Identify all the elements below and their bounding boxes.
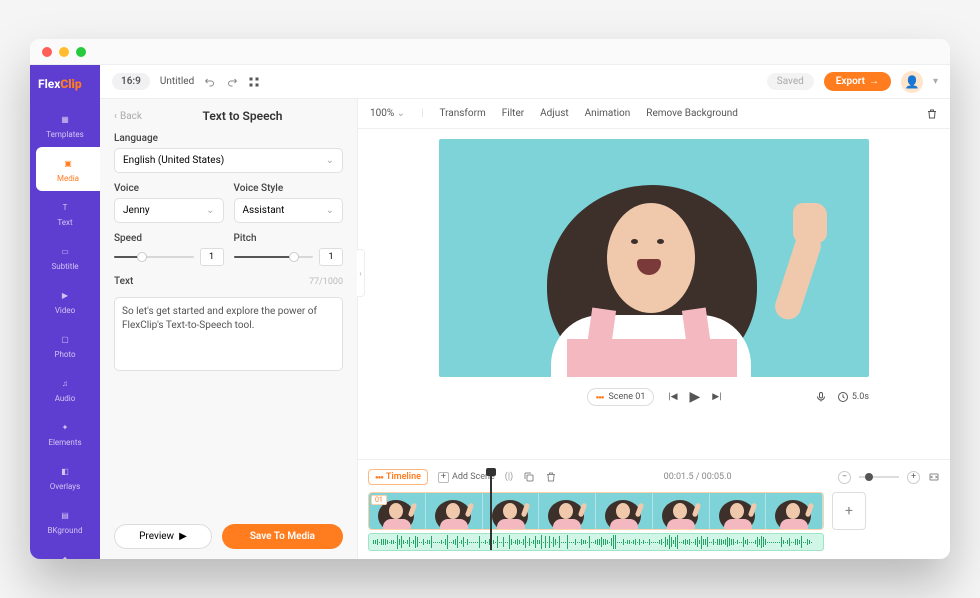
subtitle-icon: ▭ xyxy=(57,243,73,259)
style-label: Voice Style xyxy=(234,183,344,194)
minimize-dot[interactable] xyxy=(59,47,69,57)
text-label: Text xyxy=(114,276,133,287)
panel-title: Text to Speech xyxy=(142,109,343,123)
sidebar-item-templates[interactable]: ▦Templates xyxy=(30,103,100,147)
sidebar-item-text[interactable]: TText xyxy=(30,191,100,235)
aspect-ratio[interactable]: 16:9 xyxy=(112,73,150,90)
language-label: Language xyxy=(114,133,343,144)
avatar[interactable]: 👤 xyxy=(901,71,923,93)
export-button[interactable]: Export→ xyxy=(824,72,891,91)
video-clip[interactable] xyxy=(368,492,824,530)
skip-start-icon[interactable]: |◀ xyxy=(668,392,677,402)
sidebar-item-media[interactable]: ▣Media xyxy=(36,147,100,191)
bkground-icon: ▤ xyxy=(57,507,73,523)
chevron-down-icon[interactable]: ▾ xyxy=(933,76,938,87)
timeline: ●●●Timeline +Add Scene (|) 00:01.5 / 00:… xyxy=(358,459,950,559)
sidebar-item-elements[interactable]: ✦Elements xyxy=(30,411,100,455)
speed-slider[interactable] xyxy=(114,256,194,258)
toolbar-remove-background[interactable]: Remove Background xyxy=(646,108,738,119)
zoom-out-icon[interactable]: − xyxy=(838,471,851,484)
char-counter: 77/1000 xyxy=(309,277,343,287)
topbar: 16:9 Untitled Saved Export→ 👤 ▾ xyxy=(100,65,950,99)
style-select[interactable]: Assistant⌄ xyxy=(234,198,344,223)
add-clip-button[interactable]: + xyxy=(832,492,866,530)
fit-icon[interactable] xyxy=(928,471,940,483)
sidebar-item-branding[interactable]: ◆Branding xyxy=(30,543,100,559)
project-name[interactable]: Untitled xyxy=(160,76,194,87)
scene-selector[interactable]: ●●●Scene 01 xyxy=(587,388,655,406)
video-icon: ▶ xyxy=(57,287,73,303)
back-button[interactable]: ‹ Back xyxy=(114,111,142,122)
photo-icon: ▢ xyxy=(57,331,73,347)
undo-icon[interactable] xyxy=(204,76,216,88)
text-icon: T xyxy=(57,199,73,215)
copy-icon[interactable] xyxy=(523,471,535,483)
sidebar-item-video[interactable]: ▶Video xyxy=(30,279,100,323)
redo-icon[interactable] xyxy=(226,76,238,88)
duration: 5.0s xyxy=(837,391,869,403)
toolbar-adjust[interactable]: Adjust xyxy=(540,108,569,119)
zoom-in-icon[interactable]: + xyxy=(907,471,920,484)
timeline-tab[interactable]: ●●●Timeline xyxy=(368,469,428,485)
pitch-slider[interactable] xyxy=(234,256,314,258)
voice-label: Voice xyxy=(114,183,224,194)
collapse-panel-icon[interactable]: ‹ xyxy=(357,249,365,297)
mic-icon[interactable] xyxy=(815,391,827,403)
media-icon: ▣ xyxy=(60,155,76,171)
delete-icon[interactable] xyxy=(926,108,938,120)
canvas-preview[interactable] xyxy=(439,139,869,377)
timeline-time: 00:01.5 / 00:05.0 xyxy=(567,472,828,482)
branding-icon: ◆ xyxy=(57,551,73,559)
audio-icon: ♫ xyxy=(57,375,73,391)
maximize-dot[interactable] xyxy=(76,47,86,57)
sidebar-item-subtitle[interactable]: ▭Subtitle xyxy=(30,235,100,279)
save-status: Saved xyxy=(767,73,814,90)
tts-panel: ‹ Back Text to Speech Language English (… xyxy=(100,99,358,559)
close-dot[interactable] xyxy=(42,47,52,57)
titlebar xyxy=(30,39,950,65)
zoom-select[interactable]: 100% ⌄ xyxy=(370,108,405,119)
timeline-track[interactable]: 01 + xyxy=(368,492,940,551)
sidebar-item-overlays[interactable]: ◧Overlays xyxy=(30,455,100,499)
speed-value[interactable]: 1 xyxy=(200,248,224,266)
tts-textarea[interactable]: So let's get started and explore the pow… xyxy=(114,297,343,371)
fullscreen-icon[interactable] xyxy=(248,76,260,88)
play-icon[interactable]: ▶ xyxy=(690,389,701,405)
sidebar: FlexClip ▦Templates▣MediaTText▭Subtitle▶… xyxy=(30,65,100,559)
toolbar-animation[interactable]: Animation xyxy=(585,108,631,119)
sidebar-item-audio[interactable]: ♫Audio xyxy=(30,367,100,411)
preview-button[interactable]: Preview▶ xyxy=(114,524,212,549)
pitch-label: Pitch xyxy=(234,233,344,244)
logo: FlexClip xyxy=(30,69,100,103)
skip-end-icon[interactable]: ▶| xyxy=(712,392,721,402)
voice-select[interactable]: Jenny⌄ xyxy=(114,198,224,223)
split-icon[interactable]: (|) xyxy=(505,472,513,482)
toolbar-transform[interactable]: Transform xyxy=(440,108,486,119)
clip-number: 01 xyxy=(371,495,387,505)
zoom-slider[interactable] xyxy=(859,476,899,478)
sidebar-item-photo[interactable]: ▢Photo xyxy=(30,323,100,367)
templates-icon: ▦ xyxy=(57,111,73,127)
speed-label: Speed xyxy=(114,233,224,244)
timeline-delete-icon[interactable] xyxy=(545,471,557,483)
language-select[interactable]: English (United States)⌄ xyxy=(114,148,343,173)
toolbar-filter[interactable]: Filter xyxy=(502,108,524,119)
elements-icon: ✦ xyxy=(57,419,73,435)
pitch-value[interactable]: 1 xyxy=(319,248,343,266)
audio-clip[interactable] xyxy=(368,533,824,551)
stage-toolbar: 100% ⌄ | TransformFilterAdjustAnimationR… xyxy=(358,99,950,129)
playhead[interactable] xyxy=(490,474,492,550)
overlays-icon: ◧ xyxy=(57,463,73,479)
save-to-media-button[interactable]: Save To Media xyxy=(222,524,343,549)
sidebar-item-bkground[interactable]: ▤BKground xyxy=(30,499,100,543)
